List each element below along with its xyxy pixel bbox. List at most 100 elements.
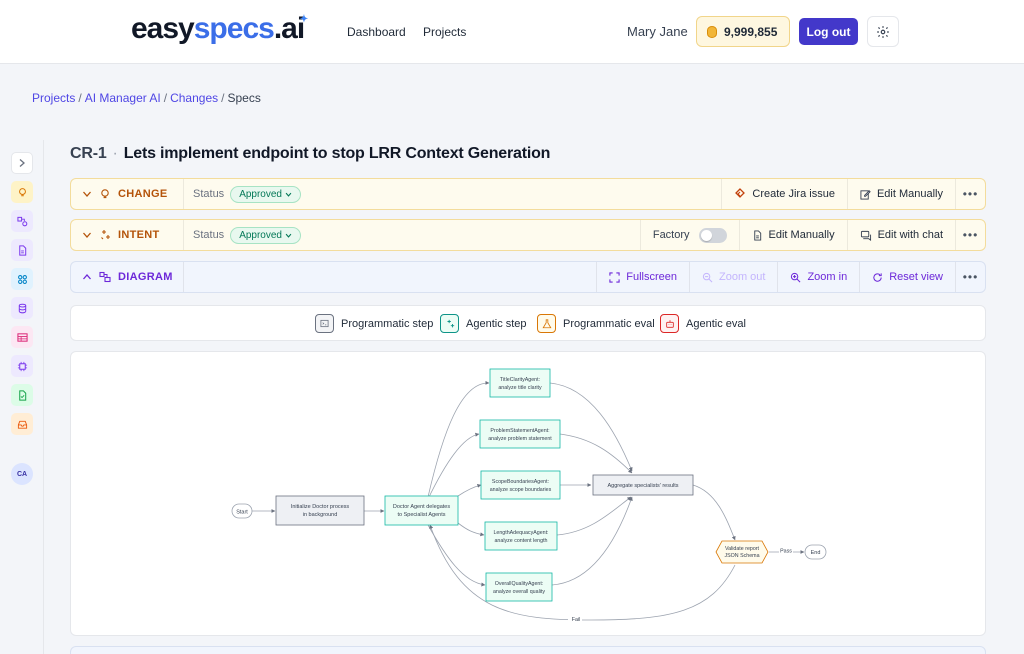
node-scope-boundaries-agent[interactable]: ScopeBoundariesAgent: analyze scope boun…: [480, 470, 561, 500]
table-icon: [16, 332, 28, 342]
chevron-down-icon: [83, 191, 91, 197]
intent-more-button[interactable]: •••: [955, 220, 985, 250]
agent-label-line1: ScopeBoundariesAgent:: [492, 479, 549, 485]
legend-label: Agentic step: [466, 317, 527, 330]
sidebar-item-chip[interactable]: [11, 355, 33, 377]
breadcrumb-current: Specs: [227, 91, 261, 105]
node-length-adequacy-agent[interactable]: LengthAdequacyAgent: analyze content len…: [484, 521, 558, 551]
sidebar-item-components[interactable]: [11, 268, 33, 290]
chip-icon: [17, 361, 27, 371]
node-start[interactable]: Start: [231, 503, 253, 519]
sidebar-item-tray[interactable]: [11, 413, 33, 435]
edit-with-chat-button[interactable]: Edit with chat: [846, 220, 955, 250]
grid-icon: [17, 274, 27, 284]
sidebar-item-tests[interactable]: [11, 384, 33, 406]
breadcrumb-project[interactable]: AI Manager AI: [85, 91, 161, 105]
intent-status-dropdown[interactable]: Approved: [230, 226, 301, 244]
check-doc-icon: [18, 389, 26, 401]
intent-edit-manually-button[interactable]: Edit Manually: [738, 220, 847, 250]
fullscreen-label: Fullscreen: [626, 271, 677, 283]
breadcrumb-projects[interactable]: Projects: [32, 91, 75, 105]
chevron-up-icon: [83, 274, 91, 280]
fullscreen-button[interactable]: Fullscreen: [596, 262, 689, 292]
change-edit-label: Edit Manually: [876, 188, 943, 200]
node-validate[interactable]: Validate report JSON Schema: [715, 540, 769, 564]
intent-section-label: INTENT: [118, 229, 160, 241]
node-title-clarity-agent[interactable]: TitleClarityAgent: analyze title clarity: [489, 368, 551, 398]
fullscreen-icon: [609, 271, 620, 283]
diagram-more-button[interactable]: •••: [955, 262, 985, 292]
agent-label-line2: analyze content length: [494, 538, 547, 544]
zoom-in-label: Zoom in: [807, 271, 848, 283]
breadcrumb-separator: /: [163, 91, 168, 105]
change-status: Status Approved: [184, 185, 721, 203]
legend-agentic-step: Agentic step: [440, 314, 527, 333]
sidebar-item-database[interactable]: [11, 297, 33, 319]
nav-dashboard[interactable]: Dashboard: [347, 25, 406, 39]
change-status-dropdown[interactable]: Approved: [230, 185, 301, 203]
avatar[interactable]: CA: [11, 463, 33, 485]
document-icon: [753, 229, 761, 241]
sidebar-item-document[interactable]: [11, 239, 33, 261]
reset-view-label: Reset view: [889, 271, 943, 283]
agent-label-line1: LengthAdequacyAgent:: [493, 530, 548, 536]
change-status-label: Status: [193, 188, 225, 200]
node-initialize[interactable]: Initialize Doctor process in background: [275, 495, 365, 526]
sidebar-item-change[interactable]: [11, 181, 33, 203]
agent-label-line1: TitleClarityAgent:: [500, 377, 540, 383]
zoom-in-icon: [791, 272, 801, 282]
node-doctor-agent[interactable]: Doctor Agent delegates to Specialist Age…: [384, 495, 459, 526]
logo[interactable]: easyspecs.ai ✦: [131, 12, 308, 46]
sidebar-item-table[interactable]: [11, 326, 33, 348]
logo-text-easy: easy: [131, 12, 195, 45]
intent-section-toggle[interactable]: INTENT: [71, 220, 184, 250]
logo-text-specs: specs: [193, 12, 275, 45]
settings-button[interactable]: [867, 16, 899, 47]
diagram-section-label: DIAGRAM: [118, 271, 173, 283]
expand-sidebar-button[interactable]: [11, 152, 33, 174]
edit-with-chat-label: Edit with chat: [877, 229, 943, 241]
zoom-out-button[interactable]: Zoom out: [688, 262, 777, 292]
create-jira-button[interactable]: Create Jira issue: [721, 179, 847, 209]
diagram-canvas[interactable]: Start Initialize Doctor process in backg…: [70, 351, 986, 636]
reset-view-button[interactable]: Reset view: [859, 262, 955, 292]
code-icon: [315, 314, 334, 333]
breadcrumb-separator: /: [78, 91, 82, 105]
node-initialize-line2: in background: [303, 512, 338, 518]
shapes-icon: [99, 271, 111, 283]
node-validate-line1: Validate report: [725, 546, 760, 552]
sparkles-icon: [101, 230, 110, 240]
legend-label: Agentic eval: [686, 317, 746, 330]
edge-label-pass: Pass: [780, 549, 792, 555]
sidebar-item-diagram[interactable]: [11, 210, 33, 232]
breadcrumb-changes[interactable]: Changes: [170, 91, 218, 105]
agent-label-line2: analyze scope boundaries: [490, 487, 552, 493]
chevron-down-icon: [285, 192, 292, 197]
node-problem-statement-agent[interactable]: ProblemStatementAgent: analyze problem s…: [479, 419, 561, 449]
lightbulb-icon: [101, 189, 109, 199]
more-icon: •••: [962, 187, 979, 201]
node-end[interactable]: End: [804, 544, 827, 560]
node-overall-quality-agent[interactable]: OverallQualityAgent: analyze overall qua…: [485, 572, 553, 602]
logout-button[interactable]: Log out: [799, 18, 858, 45]
legend-programmatic-step: Programmatic step: [315, 314, 433, 333]
change-more-button[interactable]: •••: [955, 179, 985, 209]
factory-toggle[interactable]: [698, 227, 727, 243]
side-rail: CA: [0, 140, 44, 654]
node-doctor-line1: Doctor Agent delegates: [393, 504, 450, 510]
create-jira-label: Create Jira issue: [752, 188, 835, 200]
zoom-in-button[interactable]: Zoom in: [777, 262, 859, 292]
change-section-toggle[interactable]: CHANGE: [71, 179, 184, 209]
node-aggregate[interactable]: Aggregate specialists' results: [592, 474, 694, 496]
next-section-row: [70, 646, 986, 654]
credits-badge[interactable]: 9,999,855: [696, 16, 790, 47]
tray-icon: [17, 420, 27, 429]
change-edit-manually-button[interactable]: Edit Manually: [846, 179, 955, 209]
nav-projects[interactable]: Projects: [423, 25, 466, 39]
page-title: CR-1 · Lets implement endpoint to stop LRR…: [70, 145, 550, 163]
chevron-right-icon: [19, 159, 25, 167]
factory-toggle-group: Factory: [639, 220, 739, 250]
user-name: Mary Jane: [627, 24, 688, 39]
breadcrumb-separator: /: [221, 91, 225, 105]
diagram-section-toggle[interactable]: DIAGRAM: [71, 262, 184, 292]
